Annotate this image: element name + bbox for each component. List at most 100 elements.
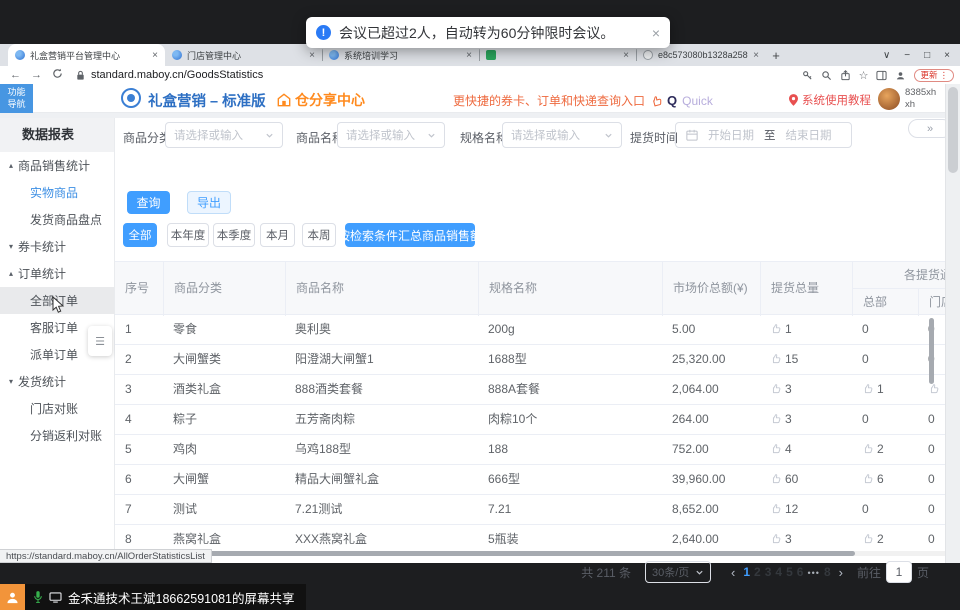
sidebar-item-entry[interactable]: 实物商品 [0,179,114,206]
toast-close-icon[interactable]: × [652,25,660,41]
end-date-placeholder[interactable]: 结束日期 [786,127,832,143]
sidebar-item-entry[interactable]: 发货商品盘点 [0,206,114,233]
table-cell: 精品大闸蟹礼盒 [285,465,478,495]
start-date-placeholder[interactable]: 开始日期 [708,127,754,143]
quick-entry[interactable]: 更快捷的券卡、订单和快递查询入口 Q Quick [453,92,713,109]
table-cell: 五芳斋肉粽 [285,405,478,435]
table-cell: 0 [852,495,918,525]
table-cell: 鸡肉 [163,435,285,465]
page-number[interactable]: 1 [743,565,750,579]
profile-avatar-icon[interactable] [895,70,906,81]
reload-button[interactable] [52,68,63,82]
new-tab-button[interactable]: + [766,44,786,66]
table-cell[interactable]: 6 [852,465,918,495]
table-cell: 0 [852,405,918,435]
back-button[interactable]: ← [10,69,21,81]
close-window-button[interactable]: × [944,50,950,61]
tutorial-link[interactable]: 系统使用教程 [789,92,871,108]
sidebar-item-group[interactable]: ▴订单统计 [0,260,114,287]
date-range-picker[interactable]: 开始日期 至 结束日期 [675,122,852,148]
tab-close-icon[interactable]: × [152,50,158,61]
browser-tab[interactable]: 门店管理中心× [165,44,322,66]
page-number[interactable]: 6 [797,565,804,579]
zoom-icon[interactable] [821,70,832,81]
quick-q-logo: Q [667,93,677,108]
table-cell[interactable]: 1 [760,315,852,345]
table-horizontal-scrollbar[interactable] [115,551,945,556]
tab-favicon-icon [643,50,653,60]
page-number[interactable]: 5 [786,565,793,579]
page-number[interactable]: 2 [754,565,761,579]
table-cell: 酒类礼盒 [163,375,285,405]
table-cell: 燕窝礼盒 [163,525,285,549]
table-cell[interactable]: 3 [760,375,852,405]
period-tab[interactable]: 本周 [302,223,336,247]
page-number[interactable]: 3 [765,565,772,579]
table-cell[interactable]: 15 [760,345,852,375]
export-button[interactable]: 导出 [187,191,231,214]
sidebar-item-entry[interactable]: 门店对账 [0,395,114,422]
share-status-pill[interactable]: 金禾通技术王斌18662591081的屏幕共享 [25,584,306,610]
tab-close-icon[interactable]: × [309,50,315,61]
tab-close-icon[interactable]: × [753,50,759,61]
goto-suffix: 页 [917,564,929,581]
chevron-down-icon [427,131,436,140]
name-select[interactable]: 请选择或输入 [337,122,445,148]
prev-page-button[interactable]: ‹ [731,565,735,580]
tab-close-icon[interactable]: × [466,50,472,61]
table-cell[interactable]: 3 [760,525,852,549]
sidebar-item-label: 商品销售统计 [18,157,90,174]
query-button[interactable]: 查询 [127,191,170,214]
share-center-link[interactable]: 仓分享中心 [277,90,365,110]
kebab-menu-icon[interactable]: ⋮ [940,70,949,81]
omnibox[interactable]: standard.maboy.cn/GoodsStatistics [75,69,263,81]
table-cell[interactable]: 60 [760,465,852,495]
side-panel-icon[interactable] [876,70,887,81]
sidebar-item-label: 客服订单 [30,319,78,336]
table-cell[interactable]: 2 [852,525,918,549]
function-nav-button[interactable]: 功能 导航 [0,84,33,113]
period-tab[interactable]: 本月 [260,223,295,247]
table-cell: 7.21 [478,495,662,525]
page-scrollbar[interactable] [945,84,960,563]
share-icon[interactable] [840,70,851,81]
table-vertical-scrollbar[interactable] [929,318,934,384]
page-ellipsis[interactable]: ••• [807,568,819,578]
key-icon[interactable] [802,70,813,81]
pickup-hand-icon [770,323,781,334]
table-cell[interactable]: 3 [760,405,852,435]
period-tab[interactable]: 本季度 [213,223,255,247]
sidebar-item-entry[interactable]: 分销返利对账 [0,422,114,449]
table-cell[interactable]: 12 [760,495,852,525]
period-tab[interactable]: 本年度 [167,223,209,247]
page-size-select[interactable]: 30条/页 [645,561,711,583]
chrome-update-button[interactable]: 更新⋮ [914,69,954,82]
summary-button[interactable]: 按检索条件汇总商品销售额 [345,223,475,247]
category-select[interactable]: 请选择或输入 [165,122,283,148]
sidebar-item-group[interactable]: ▾券卡统计 [0,233,114,260]
page-number[interactable]: 4 [775,565,782,579]
profile-chevron-icon[interactable]: ∨ [883,50,890,61]
sidebar-item-group[interactable]: ▾发货统计 [0,368,114,395]
table-cell[interactable]: 2 [852,435,918,465]
page-number[interactable]: 8 [824,565,831,579]
status-link: https://standard.maboy.cn/AllOrderStatis… [0,549,212,563]
browser-tab[interactable]: 礼盒营销平台管理中心× [8,44,165,66]
col-header-store: 门店 [918,289,945,316]
minimize-button[interactable]: − [904,50,910,61]
goto-page-input[interactable] [886,561,912,583]
maximize-button[interactable]: □ [924,50,930,61]
tab-close-icon[interactable]: × [623,50,629,61]
sidebar-collapse-handle[interactable]: ☰ [88,326,112,356]
bookmark-star-icon[interactable]: ☆ [859,69,869,82]
sidebar-item-group[interactable]: ▴商品销售统计 [0,152,114,179]
presenter-icon[interactable] [0,584,25,610]
table-cell: 粽子 [163,405,285,435]
table-cell[interactable]: 1 [852,375,918,405]
period-tab[interactable]: 全部 [123,223,157,247]
spec-select[interactable]: 请选择或输入 [502,122,622,148]
next-page-button[interactable]: › [839,565,843,580]
table-cell[interactable]: 4 [760,435,852,465]
forward-button[interactable]: → [31,69,42,81]
user-avatar[interactable] [878,88,900,110]
